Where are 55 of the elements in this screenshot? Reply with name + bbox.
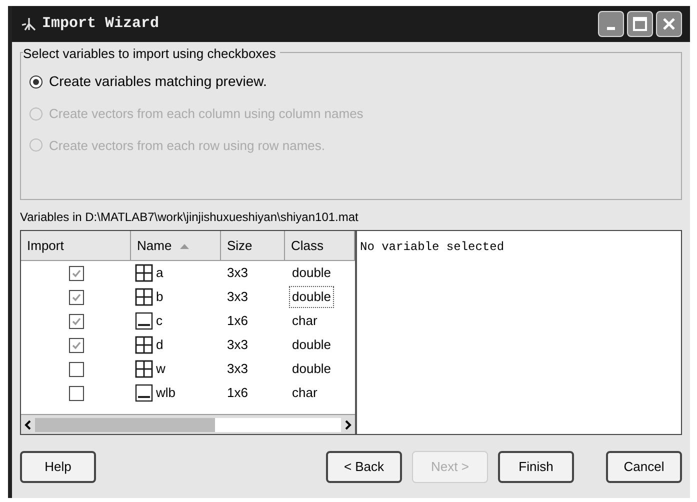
variable-name: c [156,312,162,330]
radio-label: Create variables matching preview. [49,72,267,91]
matrix-icon [135,288,153,306]
class-cell: double [289,286,334,308]
import-checkbox[interactable] [68,290,84,304]
class-cell-text: char [291,312,318,330]
radio-label: Create vectors from each row using row names. [49,136,325,155]
variable-name: wlb [156,384,176,402]
matrix-icon [135,360,153,378]
variable-name: w [156,360,166,378]
column-header[interactable]: Import [21,231,131,261]
size-cell-text: 3x3 [226,360,249,378]
close-icon [662,17,676,31]
radio-button[interactable] [29,74,43,88]
window-title: Import Wizard [42,14,160,34]
sort-ascending-icon [180,242,189,248]
import-checkbox[interactable] [68,338,84,352]
import-checkbox[interactable] [68,386,84,400]
import-checkbox[interactable] [68,266,84,280]
variable-name: a [156,264,164,282]
size-cell-text: 3x3 [226,264,249,282]
dialog-button[interactable]: Finish [498,451,574,483]
dialog-button[interactable]: Help [20,451,96,483]
class-cell-text: double [291,264,332,282]
column-header[interactable]: Class [285,231,355,261]
class-cell-text: double [291,360,332,378]
minimize-button[interactable] [598,11,624,37]
matrix-icon [135,336,153,354]
size-cell-text: 3x3 [226,288,249,306]
size-cell-text: 1x6 [226,384,249,402]
text-variable-icon [135,384,153,402]
variable-name: d [156,336,164,354]
horizontal-scrollbar[interactable] [21,414,355,434]
preview-text: No variable selected [360,240,504,254]
size-cell-text: 3x3 [226,336,249,354]
dialog-button[interactable]: < Back [326,451,402,483]
import-checkbox[interactable] [68,314,84,328]
app-logo-icon [20,16,38,32]
import-checkbox[interactable] [68,362,84,376]
class-cell-text: char [291,384,318,402]
radio-label: Create vectors from each column using column names [49,105,364,123]
maximize-button[interactable] [627,11,653,37]
close-button[interactable] [656,11,682,37]
dialog-button[interactable]: Cancel [606,451,682,483]
matrix-icon [135,264,153,282]
column-header[interactable]: Name [131,231,221,261]
file-path-label: Variables in D:\MATLAB7\work\jinjishuxueshiyan\shiyan101.mat [20,209,360,226]
text-variable-icon [135,312,153,330]
maximize-icon [633,17,647,31]
class-cell-text: double [291,336,332,354]
scrollbar-thumb[interactable] [35,418,215,432]
column-header[interactable]: Size [221,231,285,261]
minimize-icon [607,26,615,30]
size-cell-text: 1x6 [226,312,249,330]
variable-name: b [156,288,164,306]
